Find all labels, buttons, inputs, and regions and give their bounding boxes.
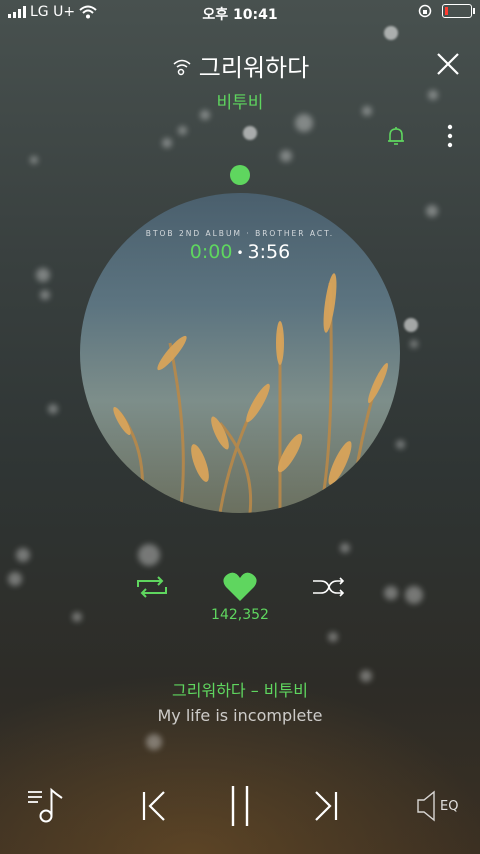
current-lyric[interactable]: My life is incomplete (0, 706, 480, 725)
album-label: BTOB 2ND ALBUM · BROTHER ACT. (145, 229, 335, 238)
equalizer-button[interactable]: EQ (414, 790, 458, 822)
like-count: 142,352 (211, 607, 269, 623)
status-time: 오후 10:41 (202, 7, 278, 23)
orientation-lock-icon (418, 4, 432, 18)
music-note-icon (173, 59, 191, 75)
repeat-icon[interactable] (134, 575, 170, 599)
equalizer-icon (417, 790, 435, 822)
shuffle-icon[interactable] (311, 575, 347, 599)
playlist-icon[interactable] (26, 786, 66, 826)
album-art[interactable]: BTOB 2ND ALBUM · BROTHER ACT. 0:00 • 3:56 (80, 193, 400, 513)
heart-icon[interactable] (222, 571, 258, 603)
song-title-row: 그리워하다 (0, 48, 480, 83)
battery-icon (442, 4, 475, 18)
eq-label: EQ (440, 798, 459, 814)
song-title: 그리워하다 (198, 54, 310, 82)
bell-icon[interactable] (384, 124, 408, 148)
playback-time: 0:00 • 3:56 (80, 241, 400, 263)
time-separator: • (236, 245, 244, 260)
total-time: 3:56 (247, 241, 291, 263)
more-vertical-icon[interactable] (440, 122, 460, 152)
next-icon[interactable] (310, 786, 342, 826)
status-bar: LG U+ 오후 10:41 (0, 0, 480, 26)
current-time: 0:00 (189, 241, 233, 263)
artist-name[interactable]: 비투비 (0, 88, 480, 113)
pause-icon[interactable] (226, 784, 254, 828)
page-indicator-dot (230, 165, 250, 185)
close-icon[interactable] (434, 50, 462, 78)
previous-icon[interactable] (138, 786, 170, 826)
lyrics-song-line[interactable]: 그리워하다 – 비투비 (0, 677, 480, 701)
